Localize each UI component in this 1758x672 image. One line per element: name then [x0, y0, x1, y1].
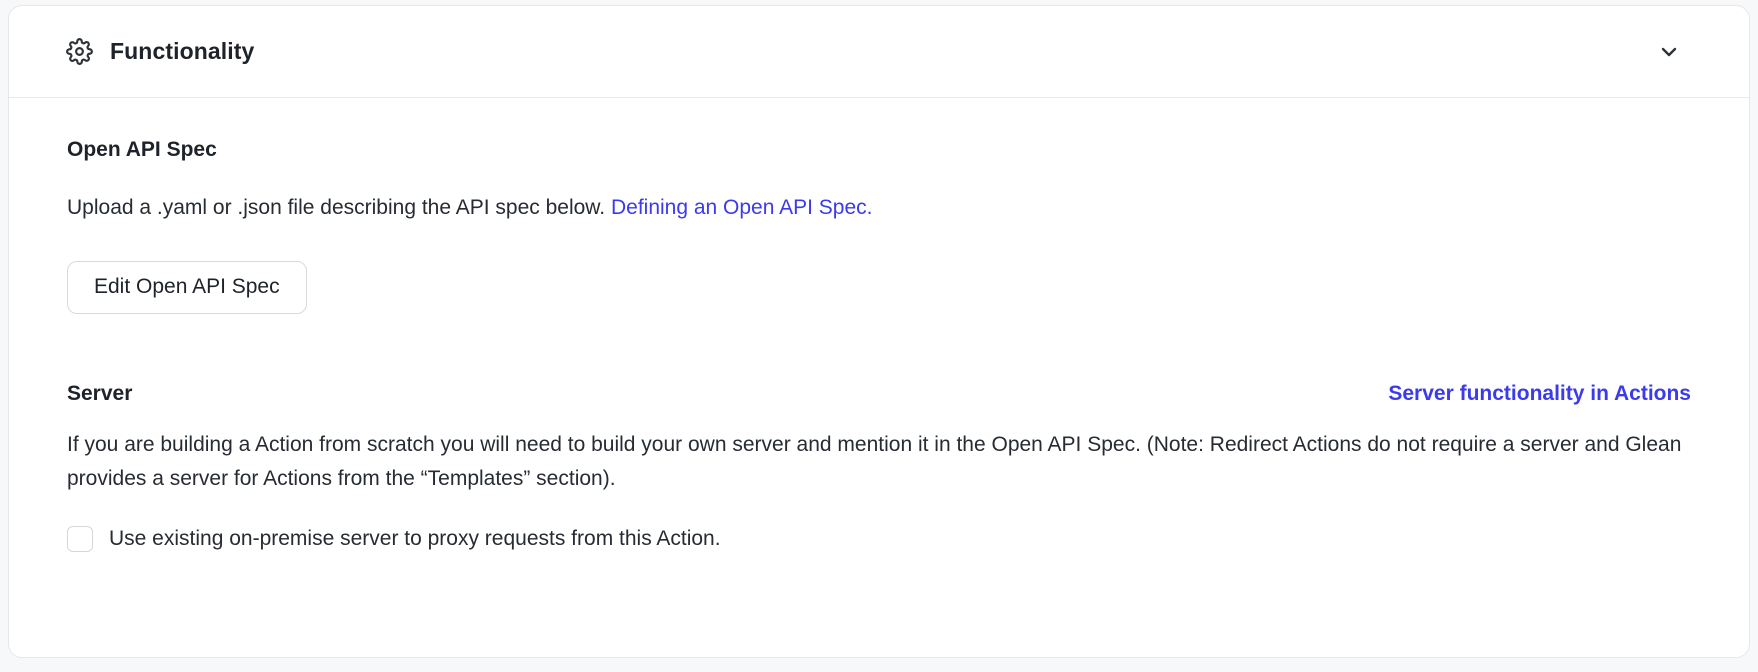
defining-open-api-spec-link[interactable]: Defining an Open API Spec.	[611, 196, 873, 219]
chevron-down-icon	[1657, 40, 1681, 64]
open-api-spec-heading: Open API Spec	[67, 138, 1691, 162]
functionality-panel: Functionality Open API Spec Upload a .ya…	[8, 5, 1750, 658]
server-functionality-link[interactable]: Server functionality in Actions	[1388, 382, 1691, 406]
open-api-spec-section: Open API Spec Upload a .yaml or .json fi…	[67, 138, 1691, 314]
server-section: Server Server functionality in Actions I…	[67, 382, 1691, 552]
server-heading: Server	[67, 382, 132, 406]
open-api-spec-description-text: Upload a .yaml or .json file describing …	[67, 196, 611, 219]
open-api-spec-description: Upload a .yaml or .json file describing …	[67, 191, 1691, 225]
gear-icon	[66, 38, 93, 65]
on-premise-server-checkbox-row: Use existing on-premise server to proxy …	[67, 526, 1691, 552]
panel-header: Functionality	[9, 6, 1749, 98]
collapse-panel-button[interactable]	[1651, 34, 1687, 70]
on-premise-server-checkbox[interactable]	[67, 526, 93, 552]
on-premise-server-checkbox-label: Use existing on-premise server to proxy …	[109, 527, 721, 551]
panel-body: Open API Spec Upload a .yaml or .json fi…	[9, 98, 1749, 672]
server-description: If you are building a Action from scratc…	[67, 428, 1691, 496]
panel-title: Functionality	[110, 38, 254, 65]
server-heading-row: Server Server functionality in Actions	[67, 382, 1691, 406]
edit-open-api-spec-button[interactable]: Edit Open API Spec	[67, 261, 307, 314]
